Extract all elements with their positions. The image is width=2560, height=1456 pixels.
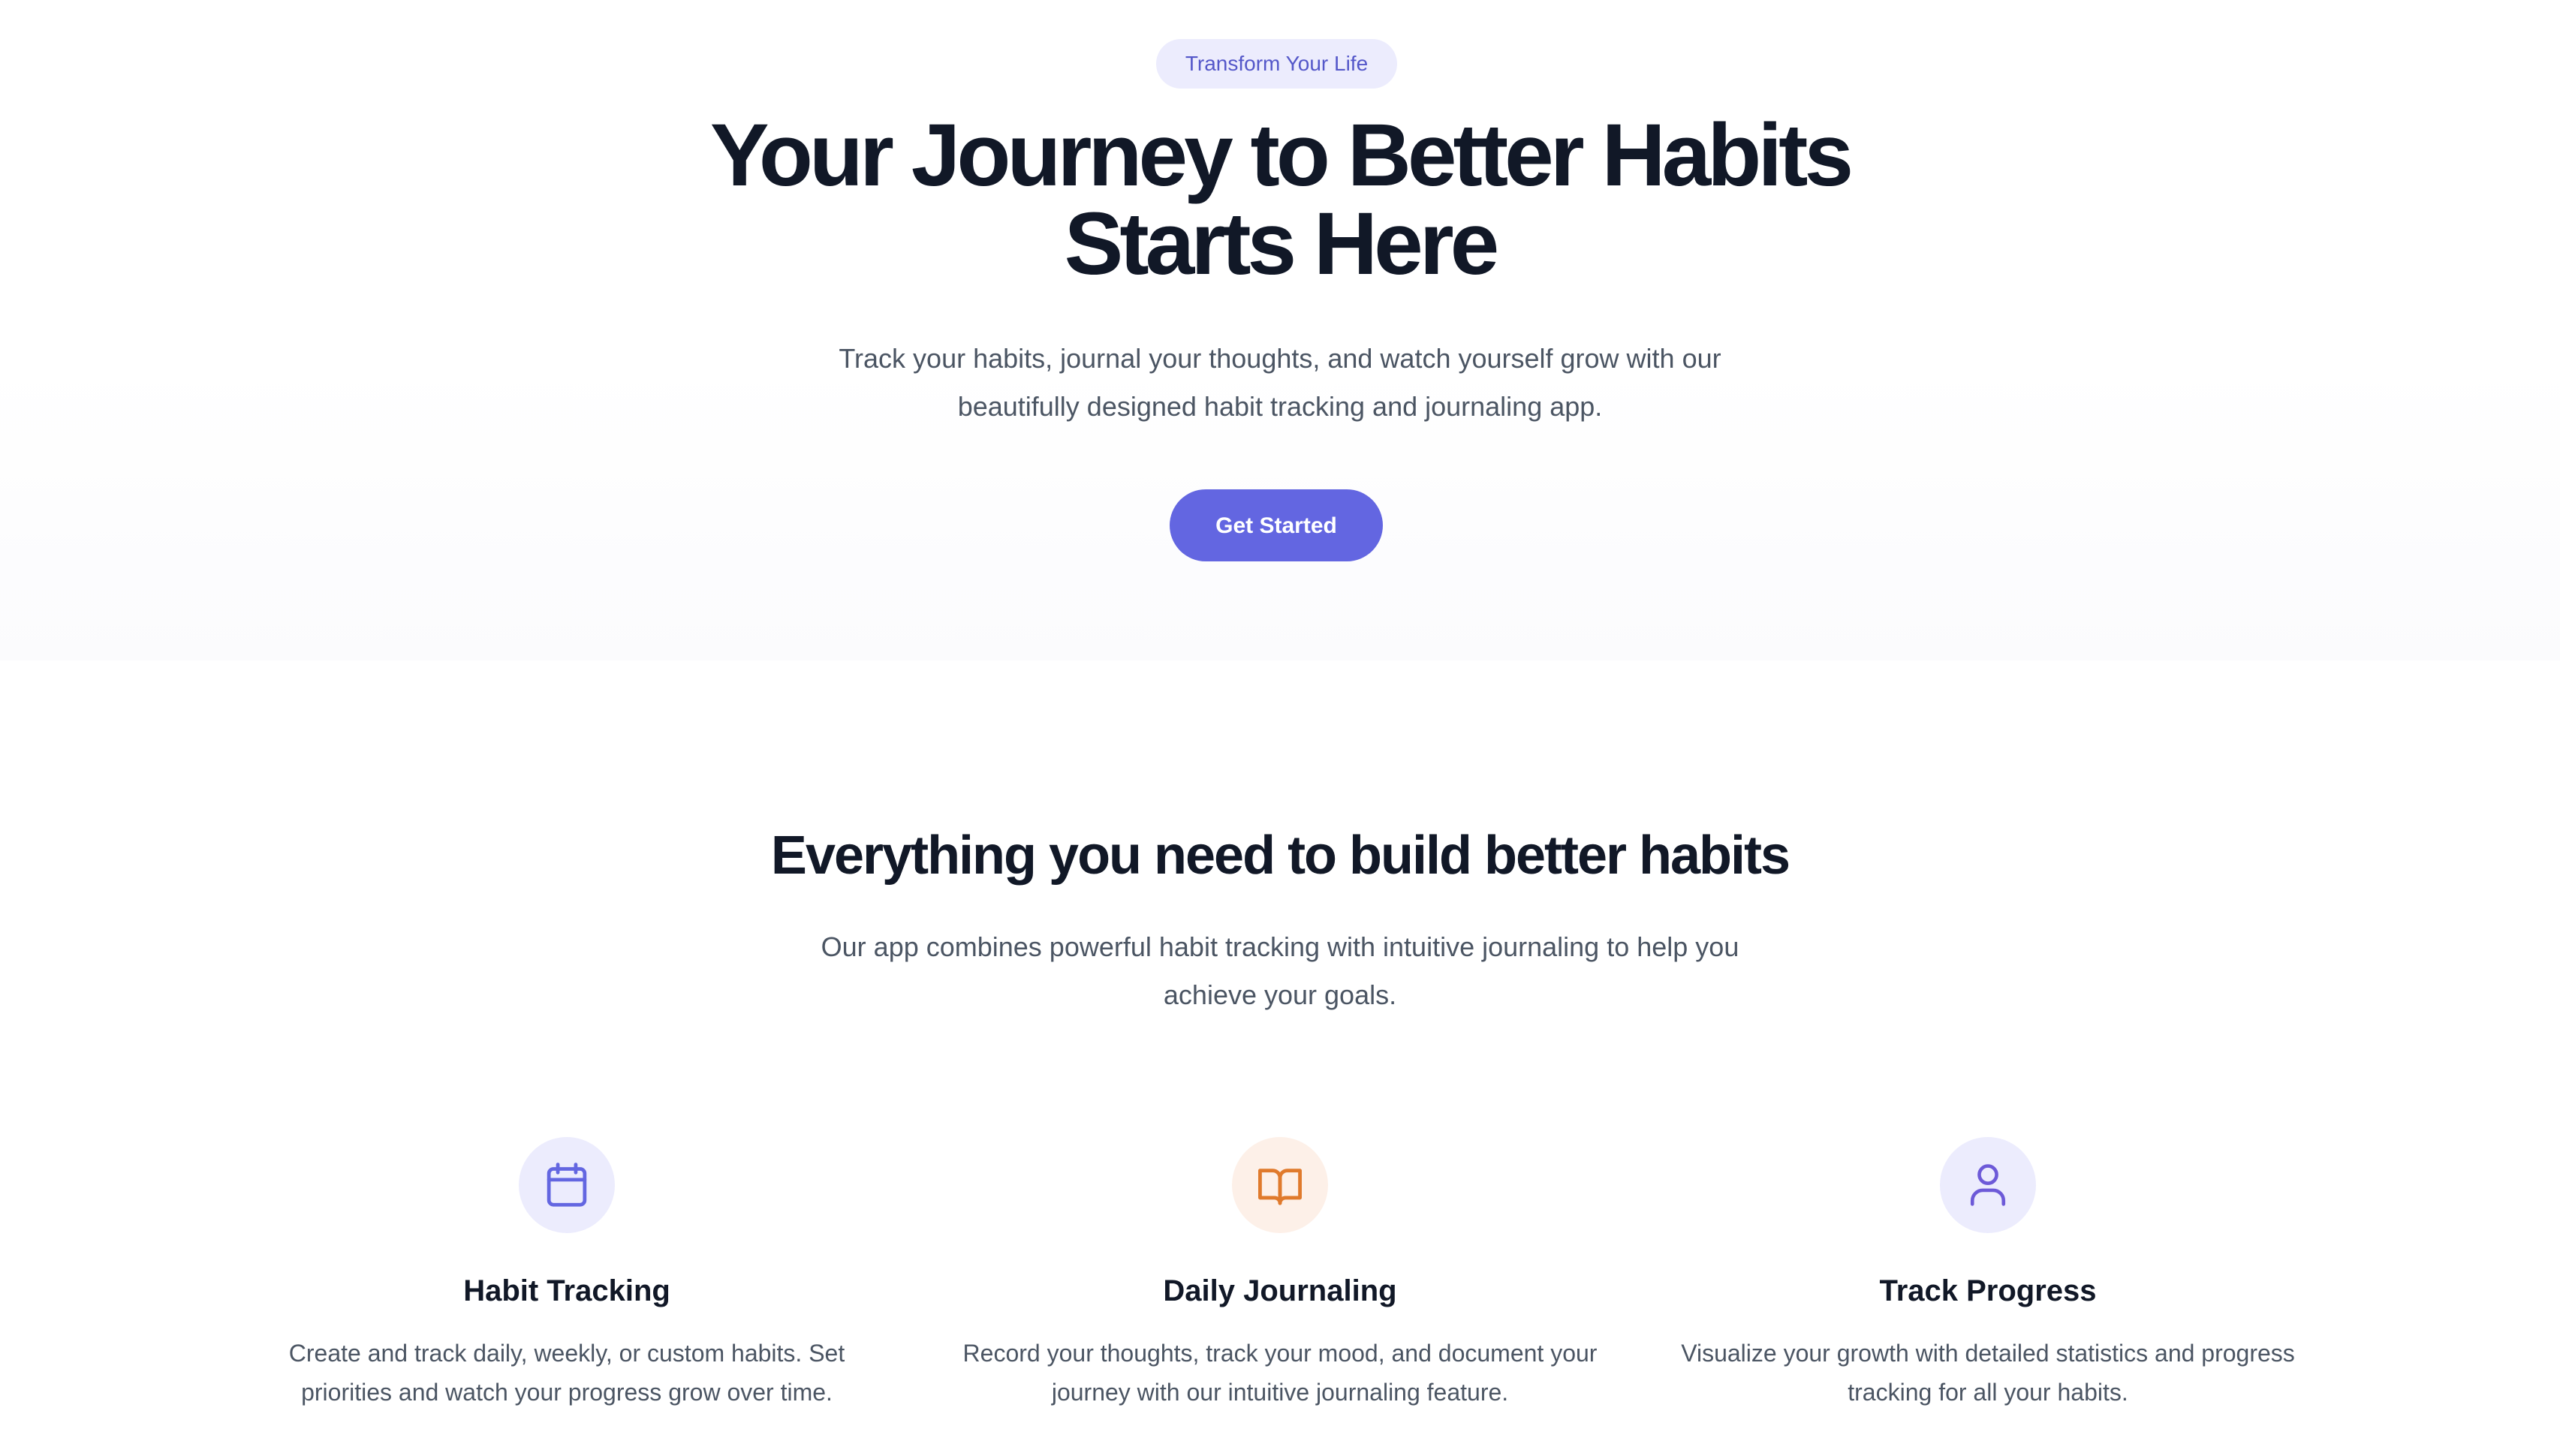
get-started-button[interactable]: Get Started — [1170, 489, 1383, 561]
feature-card-track-progress: Track Progress Visualize your growth wit… — [1650, 1137, 2326, 1412]
feature-card-daily-journaling: Daily Journaling Record your thoughts, t… — [942, 1137, 1618, 1412]
feature-title: Daily Journaling — [1163, 1274, 1397, 1307]
hero-subtitle: Track your habits, journal your thoughts… — [839, 343, 1721, 422]
features-title: Everything you need to build better habi… — [770, 826, 1790, 886]
calendar-icon — [519, 1137, 615, 1233]
hero-section: Transform Your Life Your Journey to Bett… — [0, 0, 2560, 660]
hero-title-line-1: Your Journey to Better Habits — [709, 106, 1854, 205]
feature-title: Track Progress — [1879, 1274, 2097, 1307]
user-icon — [1940, 1137, 2036, 1233]
hero-title-line-2: Starts Here — [1064, 194, 1500, 293]
hero-title: Your Journey to Better Habits Starts Her… — [0, 111, 2560, 288]
feature-description: Create and track daily, weekly, or custo… — [288, 1340, 845, 1406]
feature-title: Habit Tracking — [463, 1274, 670, 1307]
feature-card-habit-tracking: Habit Tracking Create and track daily, w… — [229, 1137, 905, 1412]
feature-description: Visualize your growth with detailed stat… — [1681, 1340, 2295, 1406]
features-subtitle: Our app combines powerful habit tracking… — [821, 931, 1739, 1010]
book-open-icon — [1232, 1137, 1328, 1233]
feature-description: Record your thoughts, track your mood, a… — [962, 1340, 1598, 1406]
hero-badge: Transform Your Life — [1156, 39, 1397, 89]
